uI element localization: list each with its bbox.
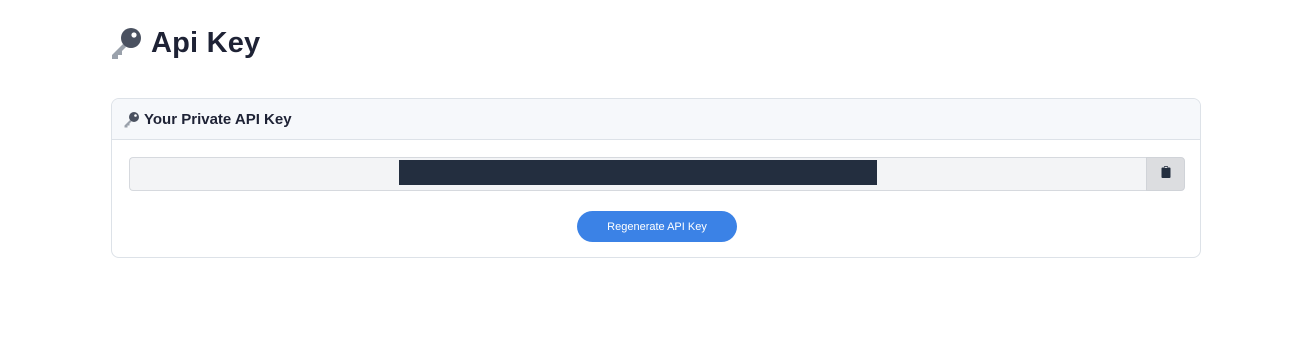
card-title: Your Private API Key [144,110,292,128]
redacted-key-value [399,160,877,185]
regenerate-api-key-button[interactable]: Regenerate API Key [577,211,737,242]
page-title: Api Key [151,26,261,59]
api-key-input-group [129,157,1185,191]
card-header: Your Private API Key [112,99,1200,140]
api-key-card: Your Private API Key Regenerate API Key [111,98,1201,258]
page-header: Api Key [109,24,260,62]
key-icon [109,26,143,60]
key-icon [123,111,140,128]
clipboard-icon [1161,165,1171,183]
api-key-field[interactable] [129,157,1146,191]
copy-button[interactable] [1146,157,1185,191]
